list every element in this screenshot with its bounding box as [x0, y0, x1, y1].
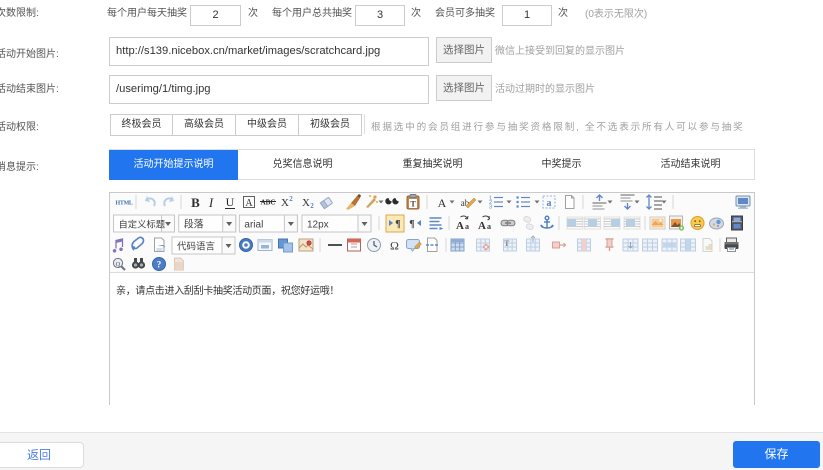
svg-text:Ω: Ω	[390, 239, 399, 253]
svg-text:A: A	[245, 198, 253, 209]
svg-text:X: X	[281, 197, 289, 209]
svg-text:代码语言: 代码语言	[177, 241, 216, 253]
svg-text:2: 2	[289, 195, 293, 203]
svg-text:U: U	[226, 195, 235, 209]
svg-text:a: a	[547, 198, 552, 209]
svg-text:A: A	[456, 220, 464, 232]
svg-text:HTML: HTML	[116, 201, 133, 207]
svg-text:Q: Q	[116, 261, 121, 268]
svg-text:段落: 段落	[184, 218, 204, 231]
svg-text:2: 2	[310, 202, 314, 210]
svg-text:3: 3	[489, 205, 492, 211]
svg-text:ABC: ABC	[261, 199, 276, 207]
svg-text:?: ?	[157, 260, 162, 270]
svg-text:X: X	[302, 197, 310, 209]
svg-text:12px: 12px	[307, 220, 329, 231]
svg-text:A: A	[478, 220, 486, 232]
svg-text:T: T	[504, 239, 510, 248]
svg-text:B: B	[191, 195, 200, 210]
svg-text:a: a	[487, 222, 491, 231]
svg-text:¶: ¶	[409, 219, 414, 230]
svg-text:A: A	[438, 196, 447, 210]
svg-text:¶: ¶	[395, 219, 400, 230]
svg-text:T: T	[410, 200, 416, 209]
svg-text:arial: arial	[244, 220, 263, 231]
svg-text:自定义标题: 自定义标题	[119, 219, 166, 230]
svg-text:a: a	[465, 222, 469, 231]
svg-text:I: I	[208, 195, 214, 210]
